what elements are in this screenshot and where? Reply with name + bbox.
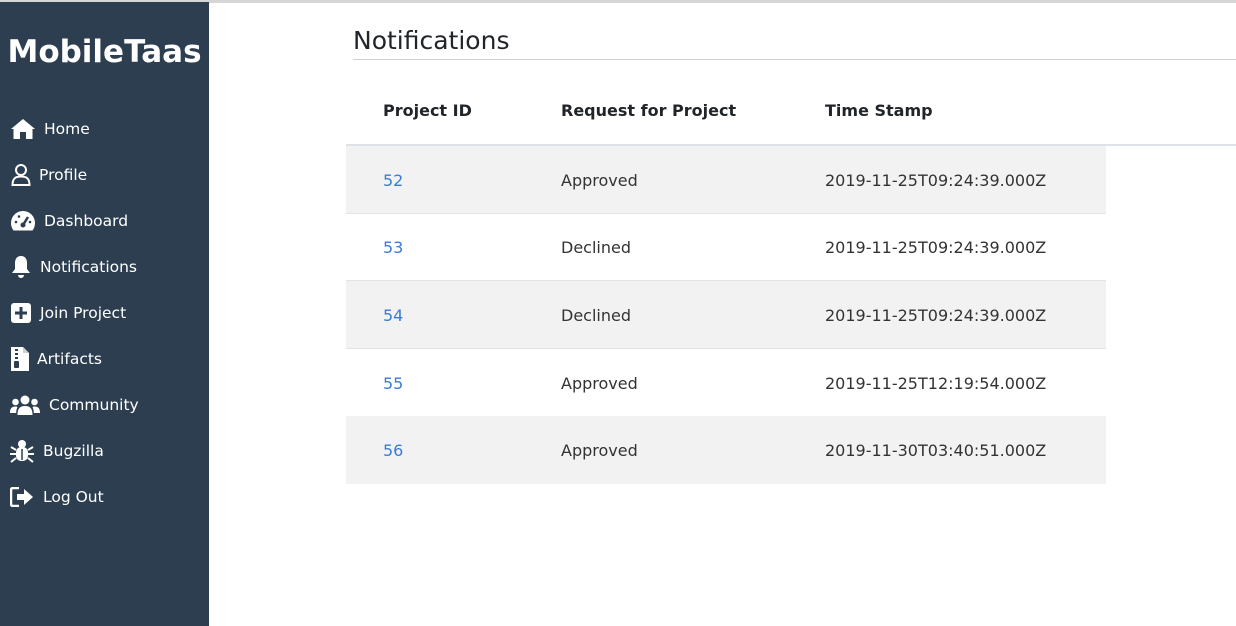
sidebar-item-label: Dashboard [44,212,129,230]
sidebar-item-notifications[interactable]: Notifications [10,252,200,282]
sidebar-item-label: Log Out [43,488,104,506]
sidebar-item-label: Bugzilla [43,442,104,460]
sidebar-item-label: Notifications [40,258,138,276]
timestamp: 2019-11-25T12:19:54.000Z [825,373,1047,393]
project-id-link[interactable]: 56 [383,416,403,484]
sidebar-item-label: Community [49,396,139,414]
home-icon [10,116,36,142]
request-status: Approved [561,373,638,393]
sidebar-item-log-out[interactable]: Log Out [10,482,200,512]
request-status: Approved [561,440,638,460]
users-icon [10,392,40,418]
project-id-link[interactable]: 54 [383,281,403,349]
page-title: Notifications [353,26,510,55]
project-id-link[interactable]: 55 [383,349,403,417]
sidebar-item-label: Profile [39,166,88,184]
sidebar-item-bugzilla[interactable]: Bugzilla [10,436,200,466]
title-divider [353,59,1236,60]
bell-icon [10,254,32,280]
sidebar-item-label: Home [44,120,90,138]
timestamp: 2019-11-25T09:24:39.000Z [825,237,1047,257]
sidebar-item-join-project[interactable]: Join Project [10,298,200,328]
sidebar-item-artifacts[interactable]: Artifacts [10,344,200,374]
request-status: Declined [561,305,631,325]
project-id-link[interactable]: 52 [383,146,403,214]
sidebar-item-label: Artifacts [37,350,102,368]
timestamp: 2019-11-25T09:24:39.000Z [825,170,1047,190]
brand-logo-text[interactable]: MobileTaas [0,34,209,70]
user-icon [10,162,32,188]
table-row: 52 Approved 2019-11-25T09:24:39.000Z [346,146,1106,214]
timestamp: 2019-11-30T03:40:51.000Z [825,440,1047,460]
sidebar: MobileTaas Home Profile Dashboard Notifi… [0,2,209,626]
sidebar-item-home[interactable]: Home [10,114,200,144]
sidebar-item-profile[interactable]: Profile [10,160,200,190]
project-id-link[interactable]: 53 [383,213,403,281]
sign-out-icon [10,484,34,510]
request-status: Declined [561,237,631,257]
plus-square-icon [10,300,32,326]
table-row: 54 Declined 2019-11-25T09:24:39.000Z [346,281,1106,349]
table-row: 53 Declined 2019-11-25T09:24:39.000Z [346,213,1106,281]
table-row: 55 Approved 2019-11-25T12:19:54.000Z [346,349,1106,417]
sidebar-item-dashboard[interactable]: Dashboard [10,206,200,236]
dashboard-gauge-icon [10,208,36,234]
request-status: Approved [561,170,638,190]
bug-icon [10,438,34,464]
table-row: 56 Approved 2019-11-30T03:40:51.000Z [346,416,1106,484]
column-header-project-id: Project ID [383,101,472,120]
sidebar-item-label: Join Project [40,304,127,322]
sidebar-item-community[interactable]: Community [10,390,200,420]
file-archive-icon [10,346,30,372]
column-header-request: Request for Project [561,101,737,120]
column-header-time-stamp: Time Stamp [825,101,933,120]
timestamp: 2019-11-25T09:24:39.000Z [825,305,1047,325]
